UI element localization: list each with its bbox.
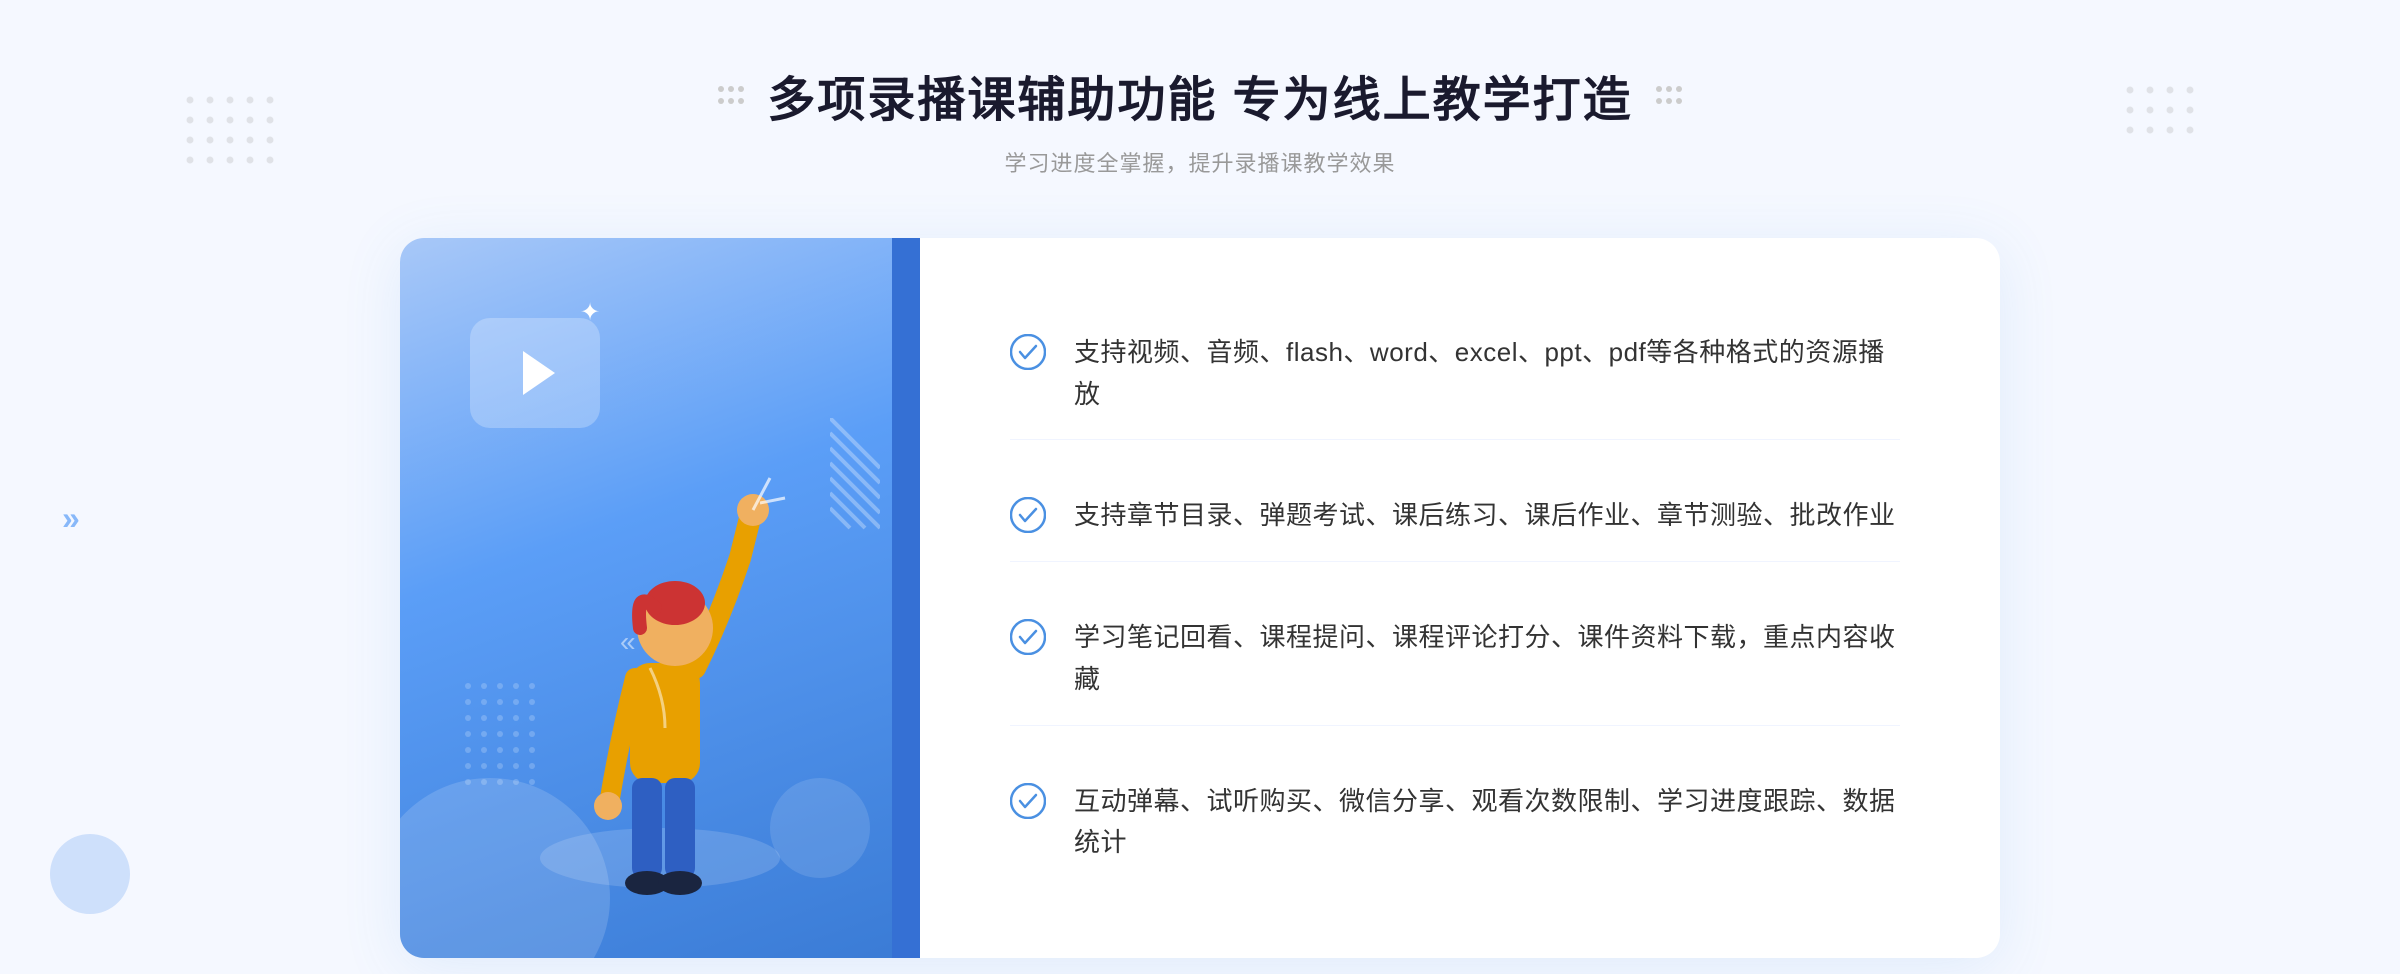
main-content-card: ✦ xyxy=(400,238,2000,958)
sparkle-icon: ✦ xyxy=(580,298,600,327)
header-section: 多项录播课辅助功能 专为线上教学打造 学习进度全掌握，提升录播课教学效果 xyxy=(715,60,1684,178)
illustration-panel: ✦ xyxy=(400,238,920,958)
features-panel: 支持视频、音频、flash、word、excel、ppt、pdf等各种格式的资源… xyxy=(920,238,2000,958)
play-bubble xyxy=(470,318,600,428)
page-container: » xyxy=(0,0,2400,974)
header-title-row: 多项录播课辅助功能 专为线上教学打造 xyxy=(715,60,1684,130)
play-triangle-icon xyxy=(523,351,555,395)
feature-item-4: 互动弹幕、试听购买、微信分享、观看次数限制、学习进度跟踪、数据统计 xyxy=(1010,757,1900,888)
feature-text-3: 学习笔记回看、课程提问、课程评论打分、课件资料下载，重点内容收藏 xyxy=(1074,617,1900,700)
feature-text-4: 互动弹幕、试听购买、微信分享、观看次数限制、学习进度跟踪、数据统计 xyxy=(1074,781,1900,864)
dots-decoration-top-right xyxy=(2120,80,2220,160)
check-icon-2 xyxy=(1010,497,1046,533)
check-icon-3 xyxy=(1010,619,1046,655)
striped-decoration xyxy=(830,418,880,538)
page-title: 多项录播课辅助功能 专为线上教学打造 xyxy=(767,60,1632,130)
feature-text-2: 支持章节目录、弹题考试、课后练习、课后作业、章节测验、批改作业 xyxy=(1074,495,1896,537)
page-subtitle: 学习进度全掌握，提升录播课教学效果 xyxy=(715,146,1684,178)
title-decorator-left xyxy=(715,79,747,111)
feature-item-3: 学习笔记回看、课程提问、课程评论打分、课件资料下载，重点内容收藏 xyxy=(1010,593,1900,725)
illustration-figure xyxy=(510,438,810,958)
check-icon-1 xyxy=(1010,334,1046,370)
title-decorator-right xyxy=(1653,79,1685,111)
decorative-circle-bottom-left xyxy=(50,834,130,914)
chevron-left-icon: » xyxy=(62,500,74,537)
feature-text-1: 支持视频、音频、flash、word、excel、ppt、pdf等各种格式的资源… xyxy=(1074,332,1900,415)
feature-item-1: 支持视频、音频、flash、word、excel、ppt、pdf等各种格式的资源… xyxy=(1010,308,1900,440)
check-icon-4 xyxy=(1010,783,1046,819)
accent-bar xyxy=(892,238,920,958)
dots-decoration-top-left xyxy=(180,80,300,200)
feature-item-2: 支持章节目录、弹题考试、课后练习、课后作业、章节测验、批改作业 xyxy=(1010,471,1900,562)
